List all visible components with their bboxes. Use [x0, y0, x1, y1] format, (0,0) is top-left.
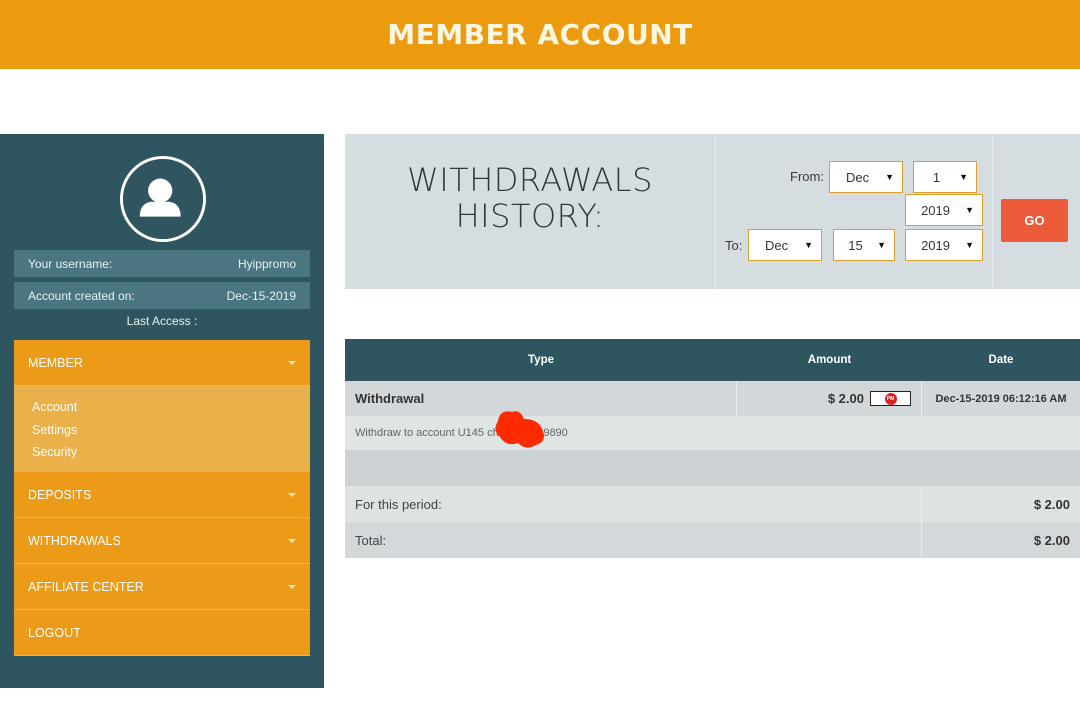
- menu-item-label: DEPOSITS: [28, 487, 92, 502]
- menu-item-label: MEMBER: [28, 355, 83, 370]
- section-title-line2: HISTORY:: [455, 197, 605, 235]
- menu-item-affiliate-center[interactable]: AFFILIATE CENTER: [14, 564, 310, 610]
- column-header-date: Date: [988, 354, 1014, 366]
- from-label: From:: [790, 169, 824, 184]
- caret-down-icon: [288, 492, 296, 497]
- from-day-value: 1: [932, 169, 941, 185]
- page-title: MEMBER ACCOUNT: [387, 18, 693, 51]
- username-row: Your username: Hyippromo: [14, 250, 310, 277]
- to-label: To:: [725, 238, 743, 253]
- dropdown-arrow-icon: ▼: [959, 172, 968, 182]
- to-year-select[interactable]: 2019 ▼: [905, 229, 983, 261]
- username-value: Hyippromo: [237, 256, 296, 271]
- from-year-select[interactable]: 2019 ▼: [905, 194, 983, 226]
- menu-item-member[interactable]: MEMBER: [14, 340, 310, 386]
- period-value: $ 2.00: [1033, 496, 1070, 512]
- panel-divider: [992, 134, 993, 289]
- menu-item-label: LOGOUT: [28, 625, 81, 640]
- menu-item-deposits[interactable]: DEPOSITS: [14, 472, 310, 518]
- redaction-mark-icon: [495, 411, 544, 448]
- dropdown-arrow-icon: ▼: [965, 205, 974, 215]
- perfect-money-icon: PM: [870, 391, 911, 406]
- table-header: Type Amount Date: [345, 339, 1080, 381]
- menu-item-label: WITHDRAWALS: [28, 533, 121, 548]
- top-header-bar: MEMBER ACCOUNT: [0, 0, 1080, 69]
- column-header-amount: Amount: [807, 354, 852, 366]
- to-month-select[interactable]: Dec ▼: [748, 229, 822, 261]
- go-button[interactable]: GO: [1001, 199, 1068, 242]
- row-description: Withdraw to account U145 ch is 293959890: [345, 411, 1080, 450]
- last-access-label: Last Access :: [126, 314, 198, 328]
- menu-item-logout[interactable]: LOGOUT: [14, 610, 310, 656]
- from-month-select[interactable]: Dec ▼: [829, 161, 903, 193]
- dropdown-arrow-icon: ▼: [965, 240, 974, 250]
- sidebar: Your username: Hyippromo Account created…: [0, 134, 324, 688]
- table-row: Withdrawal $ 2.00 PM Dec-15-2019 06:12:1…: [345, 381, 1080, 416]
- submenu-item-settings[interactable]: Settings: [32, 419, 292, 442]
- cell-amount: $ 2.00 PM: [737, 381, 922, 416]
- total-value: $ 2.00: [1033, 532, 1070, 548]
- processor-badge: PM: [884, 392, 897, 405]
- grand-total-row: Total: $ 2.00: [345, 522, 1080, 558]
- period-total-row: For this period: $ 2.00: [345, 486, 1080, 522]
- submenu-item-security[interactable]: Security: [32, 441, 292, 464]
- caret-down-icon: [288, 584, 296, 589]
- column-header-type: Type: [528, 354, 554, 366]
- dropdown-arrow-icon: ▼: [885, 172, 894, 182]
- to-month-value: Dec: [764, 237, 789, 253]
- from-year-value: 2019: [921, 202, 950, 218]
- amount-value: $ 2.00: [827, 391, 864, 406]
- sidebar-menu: MEMBER Account Settings Security DEPOSIT…: [14, 340, 310, 656]
- user-avatar-icon: [120, 156, 206, 242]
- member-submenu: Account Settings Security: [14, 386, 310, 472]
- withdrawals-table: Type Amount Date Withdrawal $ 2.00 PM De…: [345, 339, 1080, 558]
- dropdown-arrow-icon: ▼: [804, 240, 813, 250]
- dropdown-arrow-icon: ▼: [877, 240, 886, 250]
- panel-divider: [715, 134, 716, 289]
- cell-date: Dec-15-2019 06:12:16 AM: [935, 392, 1067, 405]
- withdrawals-filter-panel: WITHDRAWALS HISTORY: From: Dec ▼ 1 ▼ 2019 ▼…: [345, 134, 1080, 289]
- total-label: Total:: [345, 522, 922, 558]
- account-created-label: Account created on:: [28, 288, 135, 303]
- caret-down-icon: [288, 360, 296, 365]
- account-created-row: Account created on: Dec-15-2019: [14, 282, 310, 309]
- section-title: WITHDRAWALS HISTORY:: [345, 162, 715, 234]
- to-year-value: 2019: [921, 237, 950, 253]
- section-title-line1: WITHDRAWALS: [407, 161, 653, 199]
- to-day-value: 15: [848, 237, 863, 253]
- account-created-value: Dec-15-2019: [226, 288, 296, 303]
- menu-item-label: AFFILIATE CENTER: [28, 579, 144, 594]
- period-label: For this period:: [345, 486, 922, 522]
- empty-row: [345, 450, 1080, 486]
- to-day-select[interactable]: 15 ▼: [833, 229, 895, 261]
- menu-item-withdrawals[interactable]: WITHDRAWALS: [14, 518, 310, 564]
- submenu-item-account[interactable]: Account: [32, 396, 292, 419]
- username-label: Your username:: [28, 256, 113, 271]
- from-month-value: Dec: [845, 169, 870, 185]
- from-day-select[interactable]: 1 ▼: [913, 161, 977, 193]
- caret-down-icon: [288, 538, 296, 543]
